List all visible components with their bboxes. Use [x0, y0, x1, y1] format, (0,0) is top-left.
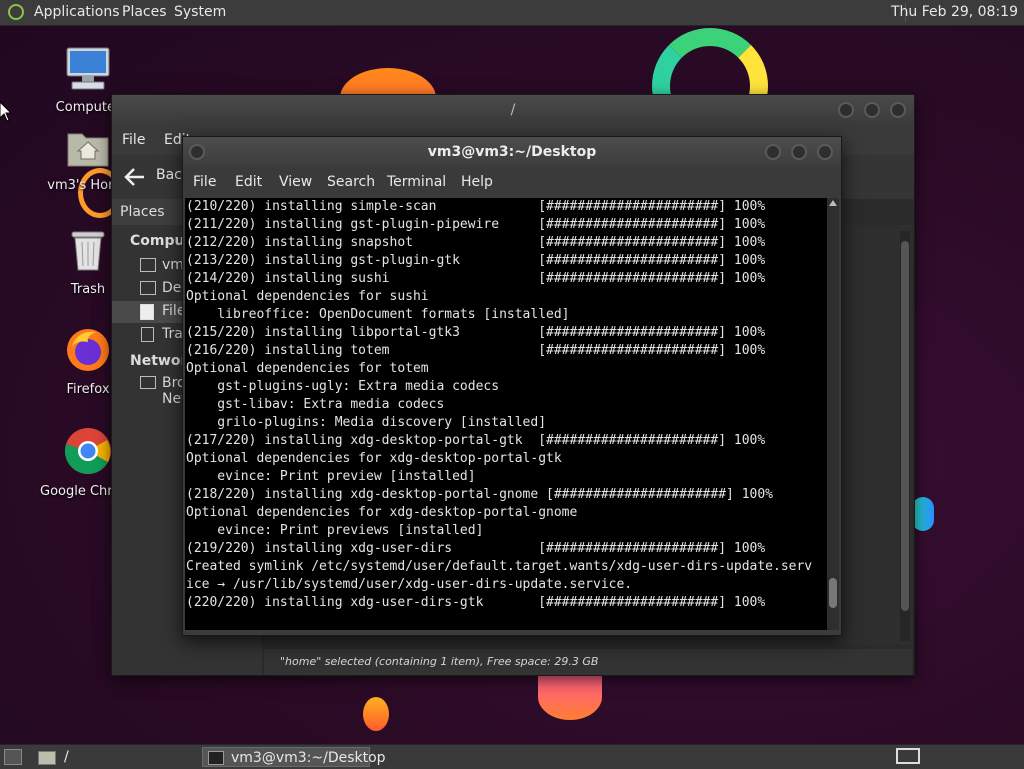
places-menu[interactable]: Places — [122, 4, 167, 20]
terminal-line: ice → /usr/lib/systemd/user/xdg-user-dir… — [186, 577, 633, 592]
file-manager-statusbar: "home" selected (containing 1 item), Fre… — [264, 649, 912, 675]
menu-terminal[interactable]: Terminal — [387, 174, 446, 190]
close-button[interactable] — [817, 144, 833, 160]
menu-edit[interactable]: Edit — [235, 174, 262, 190]
terminal-line: Optional dependencies for xdg-desktop-po… — [186, 451, 562, 466]
home-icon — [140, 258, 156, 272]
terminal-line: grilo-plugins: Media discovery [installe… — [186, 415, 547, 430]
terminal-line: (219/220) installing xdg-user-dirs [####… — [186, 541, 766, 556]
computer-icon — [66, 47, 110, 90]
decorative-blue-pill — [912, 497, 934, 531]
mouse-cursor-icon — [0, 102, 12, 122]
terminal-line: Created symlink /etc/systemd/user/defaul… — [186, 559, 813, 574]
terminal-output[interactable]: (210/220) installing simple-scan [######… — [185, 198, 827, 630]
filesystem-icon — [140, 304, 154, 320]
system-menu[interactable]: System — [174, 4, 226, 20]
terminal-line: (211/220) installing gst-plugin-pipewire… — [186, 217, 766, 232]
trash-icon — [71, 231, 105, 271]
file-manager-titlebar[interactable]: / — [112, 95, 914, 125]
terminal-line: (216/220) installing totem [############… — [186, 343, 766, 358]
window-menu-button[interactable] — [189, 144, 205, 160]
network-icon — [140, 376, 156, 389]
taskbar-item-label: / — [64, 749, 69, 765]
terminal-line: (220/220) installing xdg-user-dirs-gtk [… — [186, 595, 766, 610]
trash-icon — [141, 327, 154, 342]
terminal-line: (210/220) installing simple-scan [######… — [186, 199, 766, 214]
applications-menu[interactable]: Applications — [34, 4, 120, 20]
chrome-icon — [64, 428, 111, 474]
workspace-switcher-icon[interactable] — [896, 748, 920, 764]
file-manager-title: / — [510, 102, 516, 118]
decorative-pink-circle — [538, 674, 602, 720]
menu-help[interactable]: Help — [461, 174, 493, 190]
terminal-titlebar[interactable]: vm3@vm3:~/Desktop — [183, 137, 841, 167]
terminal-icon — [208, 751, 224, 765]
terminal-line: (215/220) installing libportal-gtk3 [###… — [186, 325, 766, 340]
terminal-title: vm3@vm3:~/Desktop — [427, 144, 597, 160]
home-folder-icon — [67, 133, 109, 167]
terminal-line: (217/220) installing xdg-desktop-portal-… — [186, 433, 766, 448]
minimize-button[interactable] — [765, 144, 781, 160]
firefox-icon — [67, 329, 109, 371]
terminal-line: (214/220) installing sushi [############… — [186, 271, 766, 286]
decorative-small-orange — [363, 697, 389, 731]
menu-view[interactable]: View — [279, 174, 312, 190]
scroll-up-arrow-icon[interactable] — [829, 200, 837, 206]
terminal-line: Optional dependencies for xdg-desktop-po… — [186, 505, 578, 520]
terminal-line: (218/220) installing xdg-desktop-portal-… — [186, 487, 773, 502]
taskbar-item-terminal[interactable]: vm3@vm3:~/Desktop — [202, 747, 386, 767]
top-panel: Applications Places System Thu Feb 29, 0… — [0, 0, 1024, 26]
terminal-line: Optional dependencies for sushi — [186, 289, 429, 304]
terminal-line: gst-plugins-ugly: Extra media codecs — [186, 379, 500, 394]
taskbar-item-label: vm3@vm3:~/Desktop — [231, 750, 386, 766]
terminal-line: evince: Print previews [installed] — [186, 523, 484, 538]
back-arrow-icon[interactable] — [124, 167, 146, 187]
desktop-folder-icon — [140, 281, 156, 295]
places-label: Places — [120, 204, 165, 220]
clock[interactable]: Thu Feb 29, 08:19 — [891, 4, 1018, 20]
scrollbar-thumb[interactable] — [829, 578, 837, 608]
menu-search[interactable]: Search — [327, 174, 375, 190]
menu-file[interactable]: File — [193, 174, 216, 190]
maximize-button[interactable] — [791, 144, 807, 160]
mate-logo-icon[interactable] — [8, 4, 24, 20]
show-desktop-icon[interactable] — [4, 749, 22, 765]
scrollbar-thumb[interactable] — [901, 241, 909, 611]
close-button[interactable] — [890, 102, 906, 118]
taskbar-item-file-manager[interactable]: / — [34, 747, 194, 767]
terminal-line: gst-libav: Extra media codecs — [186, 397, 445, 412]
terminal-line: evince: Print preview [installed] — [186, 469, 476, 484]
terminal-line: (212/220) installing snapshot [#########… — [186, 235, 766, 250]
file-manager-scrollbar[interactable] — [900, 231, 910, 641]
maximize-button[interactable] — [864, 102, 880, 118]
folder-icon — [38, 751, 56, 765]
terminal-line: libreoffice: OpenDocument formats [insta… — [186, 307, 570, 322]
terminal-line: Optional dependencies for totem — [186, 361, 429, 376]
terminal-menubar: File Edit View Search Terminal Help — [183, 167, 841, 197]
terminal-line: (213/220) installing gst-plugin-gtk [###… — [186, 253, 766, 268]
bottom-panel: / vm3@vm3:~/Desktop — [0, 744, 1024, 769]
terminal-scrollbar[interactable] — [827, 198, 839, 630]
terminal-window: vm3@vm3:~/Desktop File Edit View Search … — [182, 136, 842, 636]
menu-file[interactable]: File — [122, 132, 145, 148]
minimize-button[interactable] — [838, 102, 854, 118]
